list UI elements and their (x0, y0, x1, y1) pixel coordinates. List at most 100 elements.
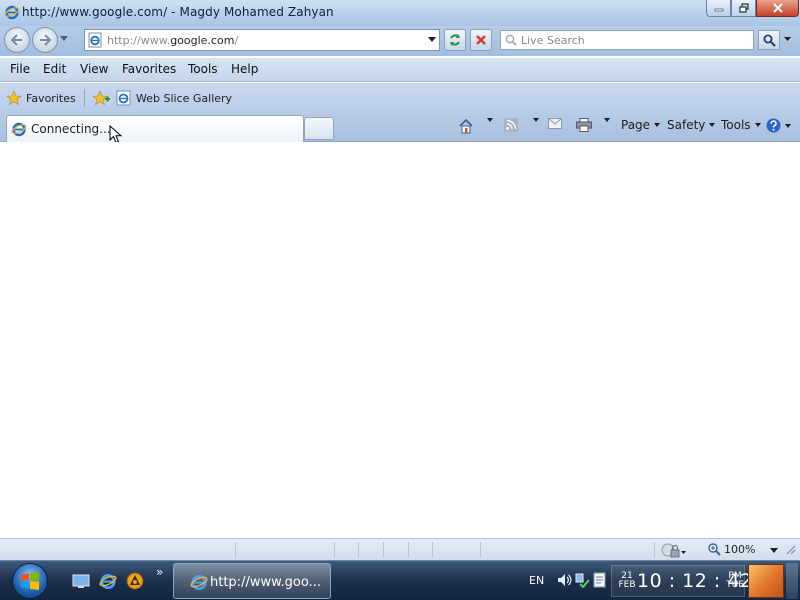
rss-feed-icon (504, 118, 518, 132)
resize-grip-icon[interactable] (786, 545, 796, 555)
tools-menu-button[interactable]: Tools (721, 118, 761, 132)
status-bar: 100% (0, 538, 800, 560)
title-bar: http://www.google.com/ - Magdy Mohamed Z… (0, 0, 800, 26)
quick-launch-overflow-icon[interactable]: » (156, 565, 163, 579)
favorites-label: Favorites (26, 91, 76, 105)
status-divider (408, 542, 409, 558)
magnifier-icon (763, 34, 776, 47)
internet-explorer-quicklaunch-icon[interactable] (99, 572, 117, 590)
clock-month: FEB (618, 580, 636, 590)
window-title: http://www.google.com/ - Magdy Mohamed Z… (22, 5, 334, 19)
network-icon[interactable] (574, 572, 590, 588)
stop-icon (476, 35, 486, 45)
tab-bar: Connecting... Page Safety Tools (0, 113, 800, 144)
chevron-down-icon (533, 118, 539, 122)
clock-date: 21 FEB (617, 572, 637, 590)
print-dropdown[interactable] (600, 118, 610, 122)
address-input[interactable]: http://www.google.com/ (107, 34, 238, 47)
tab-current[interactable]: Connecting... (6, 115, 304, 144)
taskbar-edge (786, 563, 798, 599)
input-language-indicator[interactable]: EN (529, 574, 544, 587)
home-dropdown[interactable] (483, 118, 493, 122)
show-desktop-icon[interactable] (72, 572, 90, 590)
page-menu-label: Page (621, 118, 651, 132)
chevron-down-icon (754, 123, 761, 127)
clock-weekday: TUE (726, 580, 744, 590)
safety-menu-label: Safety (667, 118, 706, 132)
refresh-button[interactable] (444, 29, 466, 51)
page-menu-button[interactable]: Page (621, 118, 661, 132)
back-arrow-icon (10, 34, 22, 46)
action-center-icon[interactable] (592, 572, 608, 588)
refresh-icon (450, 34, 460, 46)
chevron-down-icon (604, 118, 610, 122)
url-suffix: / (234, 34, 239, 47)
status-divider (235, 542, 236, 558)
taskbar-internet-explorer-window[interactable]: http://www.goo... (173, 563, 331, 599)
web-slice-gallery-label: Web Slice Gallery (136, 91, 233, 105)
internet-explorer-icon (11, 122, 27, 137)
help-button[interactable] (766, 118, 791, 133)
search-input[interactable] (521, 33, 749, 47)
add-to-favorites-bar-icon[interactable] (92, 90, 110, 106)
forward-button[interactable] (32, 27, 58, 53)
internet-explorer-icon (4, 5, 20, 20)
favorites-separator (84, 89, 85, 107)
menu-edit[interactable]: Edit (43, 62, 66, 76)
favorites-bar: Favorites Web Slice Gallery (0, 83, 800, 113)
back-button[interactable] (4, 27, 30, 53)
internet-explorer-icon (190, 575, 208, 591)
search-options-dropdown-icon[interactable] (784, 37, 791, 41)
menu-file[interactable]: File (10, 62, 30, 76)
zoom-dropdown-icon[interactable] (770, 548, 778, 553)
status-divider (334, 542, 335, 558)
desktop-preview-button[interactable] (748, 564, 784, 598)
start-button[interactable] (12, 563, 48, 599)
stop-button[interactable] (470, 29, 492, 51)
address-dropdown-icon[interactable] (428, 37, 436, 42)
forward-arrow-icon (40, 34, 52, 46)
printer-icon (576, 118, 592, 132)
volume-icon[interactable] (556, 572, 572, 588)
status-divider (358, 542, 359, 558)
menu-bar: File Edit View Favorites Tools Help (0, 58, 800, 82)
web-slice-gallery-link[interactable]: Web Slice Gallery (116, 90, 232, 106)
minimize-button[interactable] (706, 0, 731, 17)
search-box[interactable] (500, 30, 754, 50)
mail-icon (548, 118, 562, 129)
home-button[interactable] (458, 118, 474, 134)
menu-help[interactable]: Help (231, 62, 258, 76)
chevron-down-icon (487, 118, 493, 122)
read-mail-button[interactable] (548, 118, 562, 129)
menu-view[interactable]: View (80, 62, 108, 76)
feeds-button[interactable] (504, 118, 518, 132)
security-zone-icon[interactable] (660, 542, 686, 558)
menu-tools[interactable]: Tools (188, 62, 218, 76)
print-button[interactable] (576, 118, 592, 132)
page-content-area[interactable] (0, 142, 800, 538)
zoom-magnifier-icon (708, 543, 721, 556)
system-clock[interactable]: 21 FEB 10 : 12 : 42 PM TUE (611, 565, 752, 597)
address-bar[interactable]: http://www.google.com/ (84, 29, 440, 51)
favorites-star-icon (6, 90, 22, 106)
media-player-icon[interactable] (126, 572, 144, 590)
navigation-bar: http://www.google.com/ (0, 26, 800, 56)
status-divider (383, 542, 384, 558)
feeds-dropdown[interactable] (529, 118, 539, 122)
new-tab-button[interactable] (304, 117, 334, 140)
restore-icon (738, 3, 749, 13)
zoom-button[interactable]: 100% (708, 543, 755, 556)
restore-button[interactable] (731, 0, 756, 17)
help-icon (766, 118, 781, 133)
safety-menu-button[interactable]: Safety (667, 118, 716, 132)
menu-favorites[interactable]: Favorites (122, 62, 176, 76)
status-divider (432, 542, 433, 558)
favorites-button[interactable]: Favorites (6, 90, 76, 106)
minimize-icon (714, 8, 723, 12)
recent-pages-dropdown-icon[interactable] (60, 36, 68, 41)
chevron-down-icon (785, 123, 791, 128)
chevron-down-icon (654, 123, 661, 127)
search-button[interactable] (758, 30, 780, 50)
url-prefix: http://www. (107, 34, 171, 47)
close-button[interactable] (756, 0, 799, 17)
